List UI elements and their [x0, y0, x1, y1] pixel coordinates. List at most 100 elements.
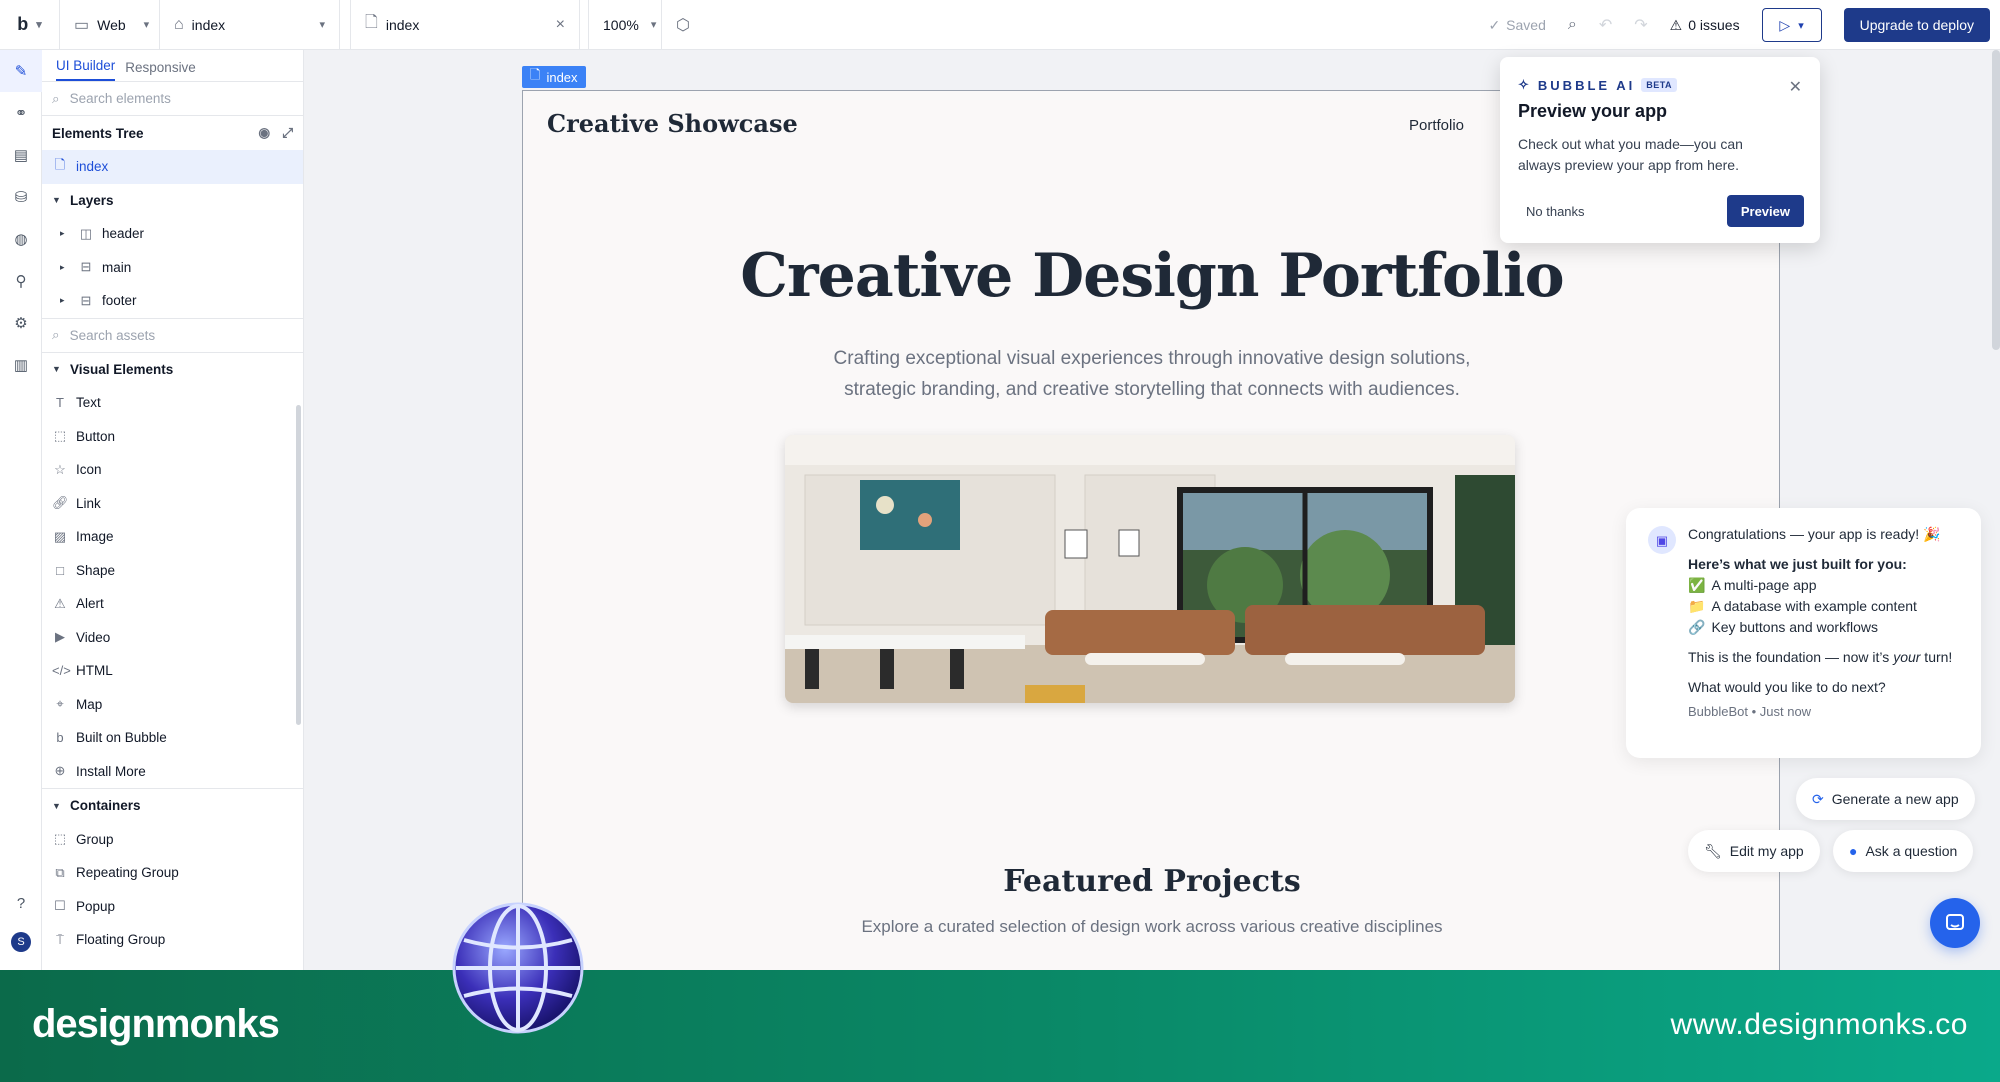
layout-icon[interactable]: ▤: [0, 134, 42, 176]
bubblebot-avatar-icon: ▣: [1648, 526, 1676, 554]
ui-builder-panel: UI Builder Responsive ⌕ Elements Tree ◉ …: [42, 50, 304, 970]
upgrade-deploy-button[interactable]: Upgrade to deploy: [1843, 8, 1990, 42]
tree-item-label: header: [102, 226, 145, 242]
search-icon[interactable]: ⌕: [1568, 16, 1577, 34]
element-image[interactable]: ▨ Image: [42, 520, 303, 554]
dashed-square-icon: ⬚: [53, 831, 67, 847]
search-elements-input[interactable]: [69, 91, 270, 106]
plugins-icon[interactable]: ⚲: [0, 260, 42, 302]
caret-down-icon: ▼: [52, 195, 61, 206]
home-icon: ⌂: [174, 15, 184, 33]
chat-question: What would you like to do next?: [1688, 679, 1886, 695]
saved-status: ✓ Saved: [1488, 17, 1545, 34]
element-label: Map: [76, 696, 103, 712]
element-icon[interactable]: ☆ Icon: [42, 453, 303, 487]
popover-text: Check out what you made—you can always p…: [1518, 136, 1743, 173]
element-label: Link: [76, 495, 101, 511]
close-tab-icon[interactable]: ×: [556, 16, 565, 34]
chat-launcher-button[interactable]: [1930, 898, 1980, 948]
map-pin-icon: ⌖: [56, 696, 64, 712]
element-built-on-bubble[interactable]: b Built on Bubble: [42, 721, 303, 755]
refresh-icon: ⟳: [1812, 790, 1824, 807]
tree-item-header[interactable]: ▸ ◫ header: [42, 217, 303, 251]
eye-icon[interactable]: ◉: [258, 125, 270, 141]
monitor-icon: ▭: [74, 16, 90, 34]
nav-link-portfolio[interactable]: Portfolio: [1409, 117, 1464, 134]
element-label: HTML: [76, 663, 113, 679]
workflow-icon[interactable]: ⚭: [0, 92, 42, 134]
element-alert[interactable]: ⚠ Alert: [42, 587, 303, 621]
generate-new-app-chip[interactable]: ⟳ Generate a new app: [1796, 778, 1975, 820]
container-group[interactable]: ⬚ Group: [42, 823, 303, 857]
page-scrollbar[interactable]: [1992, 50, 2000, 350]
featured-projects-subtitle[interactable]: Explore a curated selection of design wo…: [523, 917, 1781, 937]
caret-down-icon: ▼: [52, 364, 61, 375]
layers-section[interactable]: ▼ Layers: [42, 184, 303, 218]
element-text[interactable]: T Text: [42, 386, 303, 420]
component-button[interactable]: ⬡: [662, 0, 704, 50]
issues-button[interactable]: ⚠ 0 issues: [1670, 17, 1740, 34]
group-layout-icon: ⊟: [80, 259, 92, 275]
analytics-chart-icon[interactable]: ▥: [0, 344, 42, 386]
element-label: Button: [76, 428, 116, 444]
hero-image[interactable]: [785, 435, 1515, 703]
preview-button[interactable]: Preview: [1726, 195, 1804, 227]
element-html[interactable]: </> HTML: [42, 654, 303, 688]
open-page-tab[interactable]: 🗋 index ×: [350, 0, 580, 50]
tree-item-index[interactable]: 🗋 index: [42, 150, 303, 184]
site-brand[interactable]: Creative Showcase: [547, 109, 798, 138]
group-layout-icon: ◫: [79, 225, 93, 241]
help-icon[interactable]: ?: [0, 882, 42, 924]
zoom-select[interactable]: 100% ▾: [588, 0, 662, 50]
search-assets-input[interactable]: [69, 327, 270, 343]
settings-gear-icon[interactable]: ⚙: [0, 302, 42, 344]
visual-elements-section[interactable]: ▼ Visual Elements: [42, 353, 303, 387]
preview-run-button[interactable]: ▷ ▾: [1761, 8, 1822, 42]
database-icon[interactable]: ⛁: [0, 176, 42, 218]
redo-icon[interactable]: ↷: [1634, 15, 1647, 35]
element-label: Install More: [76, 763, 146, 779]
tree-item-label: index: [76, 159, 109, 175]
chat-greeting: Congratulations — your app is ready! 🎉: [1688, 526, 1941, 542]
no-thanks-button[interactable]: No thanks: [1518, 204, 1585, 219]
page-label-badge[interactable]: 🗋 index: [522, 66, 586, 88]
design-tab-pencil-icon[interactable]: ✎: [0, 50, 42, 92]
tab-responsive[interactable]: Responsive: [125, 60, 196, 81]
check-circle-icon: ✓: [1488, 16, 1501, 33]
close-icon[interactable]: ✕: [1789, 77, 1802, 97]
user-avatar[interactable]: S: [11, 932, 31, 952]
element-link[interactable]: 🔗︎ Link: [42, 487, 303, 521]
hero-subtitle[interactable]: Crafting exceptional visual experiences …: [802, 343, 1502, 405]
element-shape[interactable]: □ Shape: [42, 554, 303, 588]
container-popup[interactable]: ☐ Popup: [42, 890, 303, 924]
container-repeating-group[interactable]: ⧉ Repeating Group: [42, 856, 303, 890]
platform-select[interactable]: ▭ Web ▾: [60, 0, 160, 50]
chevron-down-icon: ▾: [36, 19, 42, 31]
styles-palette-icon[interactable]: ◍: [0, 218, 42, 260]
edit-my-app-chip[interactable]: 🔧︎ Edit my app: [1688, 830, 1820, 872]
app-menu[interactable]: b ▾: [0, 0, 60, 50]
tree-item-main[interactable]: ▸ ⊟ main: [42, 251, 303, 285]
foundation-text-end: turn!: [1920, 649, 1953, 665]
ask-question-chip[interactable]: ● Ask a question: [1833, 830, 1974, 872]
undo-icon[interactable]: ↶: [1599, 15, 1612, 35]
tree-item-footer[interactable]: ▸ ⊟ footer: [42, 284, 303, 318]
element-button[interactable]: ⬚ Button: [42, 420, 303, 454]
panel-scrollbar[interactable]: [296, 405, 301, 725]
element-map[interactable]: ⌖ Map: [42, 688, 303, 722]
layers-label: Layers: [70, 192, 114, 208]
page-select[interactable]: ⌂ index ▾: [160, 0, 340, 50]
magic-wand-icon: ✧: [1518, 77, 1532, 92]
list-item-text: Key buttons and workflows: [1711, 619, 1878, 635]
foundation-text: This is the foundation — now it’s: [1688, 649, 1894, 665]
expand-icon[interactable]: ⤢: [282, 125, 293, 141]
hero-title[interactable]: Creative Design Portfolio: [523, 241, 1781, 311]
element-install-more[interactable]: ⊕ Install More: [42, 755, 303, 789]
tab-ui-builder[interactable]: UI Builder: [56, 58, 116, 81]
containers-label: Containers: [70, 798, 141, 814]
visual-elements-label: Visual Elements: [70, 361, 174, 377]
element-video[interactable]: ▶ Video: [42, 621, 303, 655]
container-floating-group[interactable]: ⍑ Floating Group: [42, 923, 303, 957]
containers-section[interactable]: ▼ Containers: [42, 789, 303, 823]
featured-projects-title[interactable]: Featured Projects: [523, 864, 1781, 899]
